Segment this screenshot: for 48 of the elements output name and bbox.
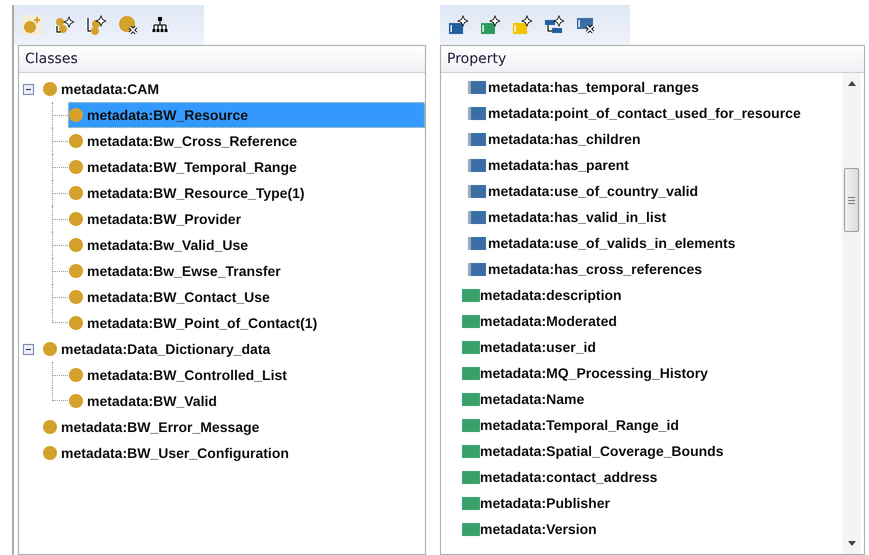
scroll-up-icon[interactable]: [848, 81, 856, 86]
property-item[interactable]: metadata:use_of_valids_in_elements: [441, 230, 842, 256]
class-item[interactable]: metadata:BW_Provider: [68, 206, 425, 232]
class-item[interactable]: metadata:BW_User_Configuration: [42, 440, 296, 466]
class-item[interactable]: metadata:BW_Resource_Type(1): [68, 180, 425, 206]
scrollbar[interactable]: [842, 73, 861, 554]
class-item[interactable]: metadata:BW_Valid: [68, 388, 425, 414]
collapse-toggle[interactable]: [23, 344, 34, 354]
property-item[interactable]: metadata:Temporal_Range_id: [441, 412, 842, 438]
class-item[interactable]: metadata:BW_Temporal_Range: [68, 154, 425, 180]
class-item[interactable]: metadata:BW_Contact_Use: [68, 284, 425, 310]
property-item[interactable]: metadata:point_of_contact_used_for_resource: [441, 100, 842, 126]
property-item[interactable]: metadata:has_parent: [441, 152, 842, 178]
scroll-down-icon[interactable]: [848, 541, 856, 546]
class-item[interactable]: metadata:Data_Dictionary_data: [42, 336, 278, 362]
class-item[interactable]: metadata:Bw_Cross_Reference: [68, 128, 425, 154]
class-item[interactable]: metadata:Bw_Ewse_Transfer: [68, 258, 425, 284]
property-item[interactable]: metadata:has_children: [441, 126, 842, 152]
property-item[interactable]: metadata:Publisher: [441, 490, 842, 516]
property-item[interactable]: metadata:Name: [441, 386, 842, 412]
add-annotation-property-icon[interactable]: [512, 15, 532, 35]
property-item[interactable]: metadata:has_temporal_ranges: [441, 74, 842, 100]
collapse-toggle[interactable]: [23, 84, 34, 94]
scroll-thumb[interactable]: [844, 168, 859, 232]
class-item[interactable]: metadata:BW_Controlled_List: [68, 362, 425, 388]
class-item[interactable]: metadata:BW_Resource: [68, 102, 425, 128]
property-item[interactable]: metadata:Version: [441, 516, 842, 542]
add-data-property-icon[interactable]: [480, 15, 500, 35]
property-item[interactable]: metadata:contact_address: [441, 464, 842, 490]
property-item[interactable]: metadata:MQ_Processing_History: [441, 360, 842, 386]
property-item[interactable]: metadata:Spatial_Coverage_Bounds: [441, 438, 842, 464]
class-item[interactable]: metadata:CAM: [42, 76, 166, 102]
property-item[interactable]: metadata:has_cross_references: [441, 256, 842, 282]
class-item[interactable]: metadata:BW_Point_of_Contact(1): [68, 310, 425, 336]
add-object-property-icon[interactable]: [448, 15, 468, 35]
add-sibling-icon[interactable]: [86, 15, 106, 35]
class-item[interactable]: metadata:BW_Error_Message: [42, 414, 266, 440]
property-item[interactable]: metadata:use_of_country_valid: [441, 178, 842, 204]
property-item[interactable]: metadata:description: [441, 282, 842, 308]
hierarchy-icon[interactable]: [150, 15, 170, 35]
class-item[interactable]: metadata:Bw_Valid_Use: [68, 232, 425, 258]
add-subclass-icon[interactable]: [54, 15, 74, 35]
add-subproperty-icon[interactable]: [544, 15, 564, 35]
property-item[interactable]: metadata:user_id: [441, 334, 842, 360]
property-item[interactable]: metadata:Moderated: [441, 308, 842, 334]
delete-property-icon[interactable]: [576, 15, 596, 35]
delete-class-icon[interactable]: [118, 15, 138, 35]
property-item[interactable]: metadata:has_valid_in_list: [441, 204, 842, 230]
